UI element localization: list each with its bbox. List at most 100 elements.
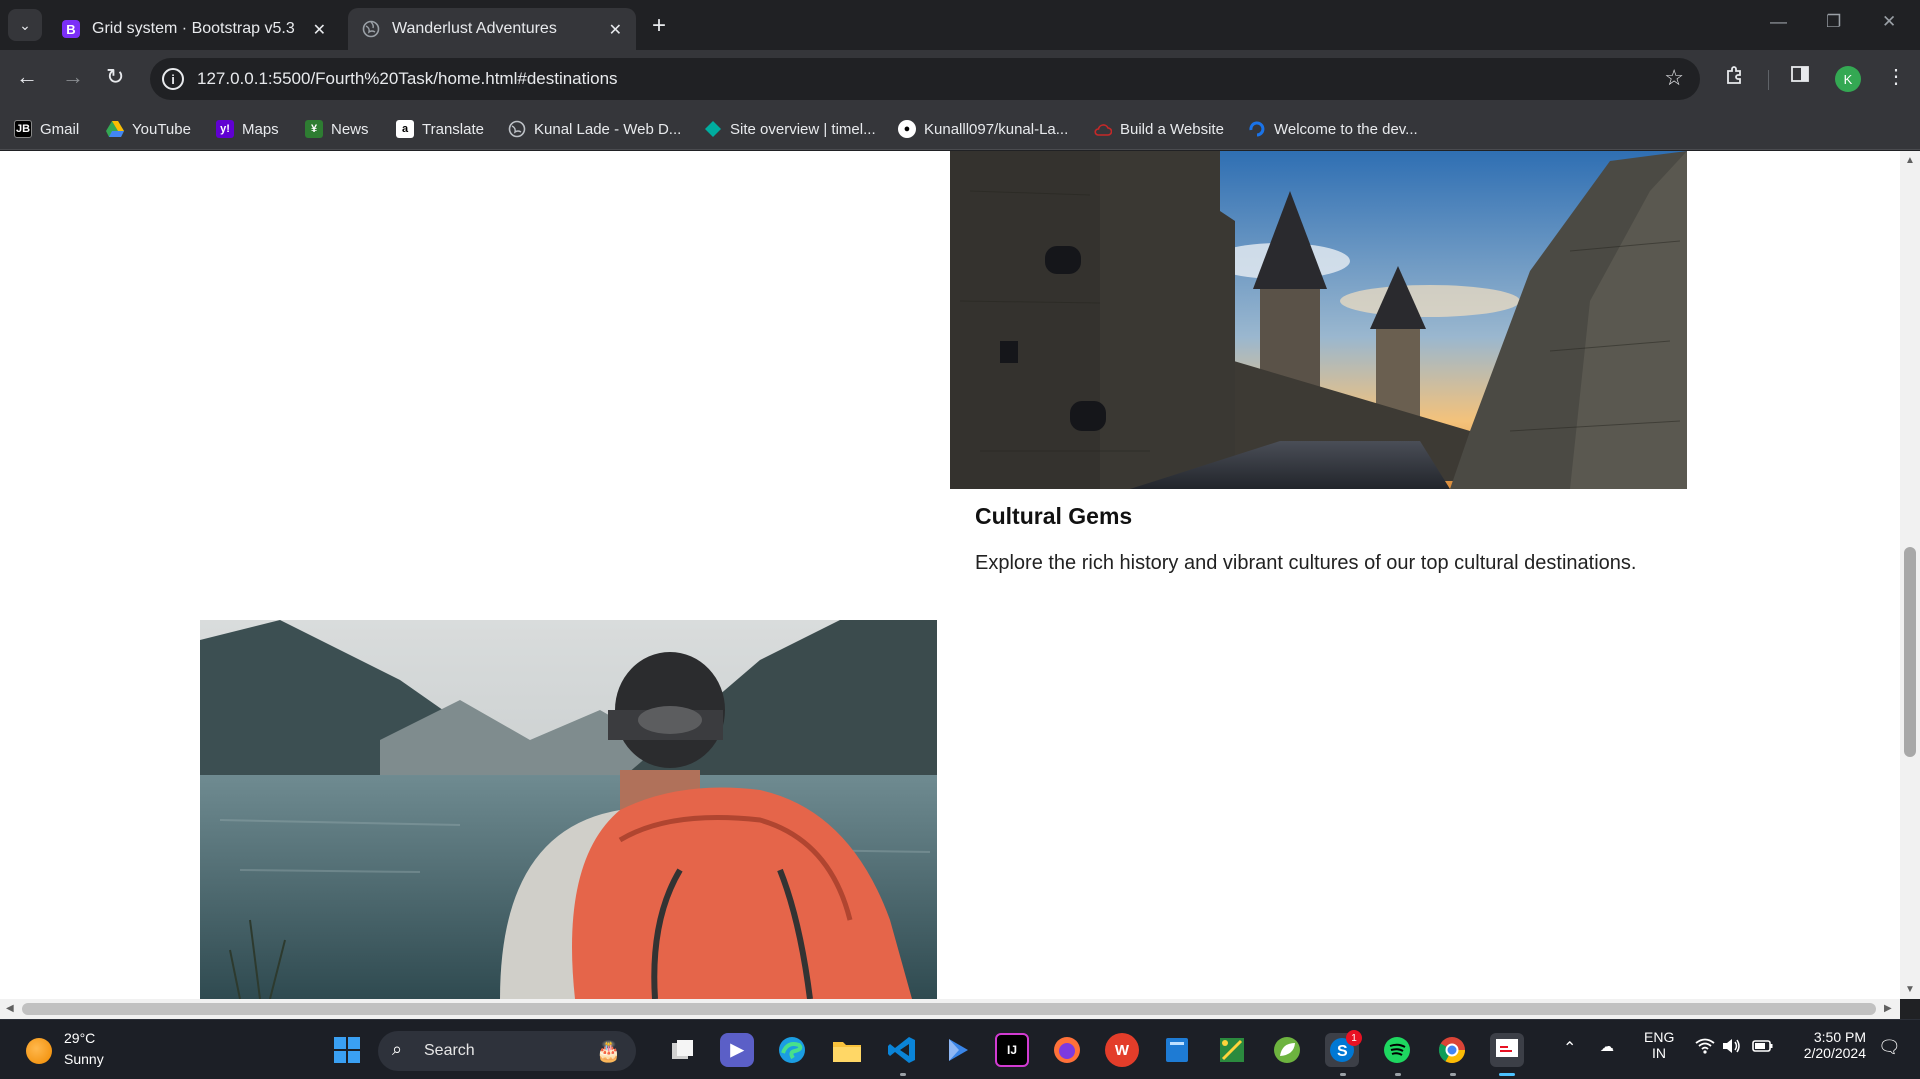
tab-title: Wanderlust Adventures xyxy=(392,20,557,37)
bookmark-build-website[interactable]: Build a Website xyxy=(1094,117,1224,141)
language-line2: IN xyxy=(1652,1045,1666,1061)
battery-icon[interactable] xyxy=(1752,1039,1774,1056)
horizontal-scroll-thumb[interactable] xyxy=(22,1003,1876,1015)
notepad-icon[interactable] xyxy=(1160,1033,1194,1067)
adventure-hiker-image xyxy=(200,620,937,999)
bookmark-gmail[interactable]: JB Gmail xyxy=(14,117,79,141)
bookmark-label: Build a Website xyxy=(1120,120,1224,138)
scroll-left-arrow-icon[interactable]: ◀ xyxy=(6,1003,14,1014)
close-window-icon[interactable]: ✕ xyxy=(1882,12,1896,32)
bookmark-news[interactable]: ¥ News xyxy=(305,117,369,141)
wifi-icon[interactable] xyxy=(1695,1038,1715,1057)
tray-overflow-chevron-icon[interactable]: ⌃ xyxy=(1563,1038,1576,1058)
clock[interactable]: 3:50 PM 2/20/2024 xyxy=(1786,1029,1866,1061)
back-arrow-icon[interactable]: ← xyxy=(16,64,38,90)
scroll-down-arrow-icon[interactable]: ▼ xyxy=(1905,984,1915,995)
restore-icon[interactable]: ❐ xyxy=(1826,12,1841,32)
profile-avatar[interactable]: K xyxy=(1835,66,1861,92)
running-indicator xyxy=(1395,1073,1401,1076)
bookmark-github[interactable]: ● Kunalll097/kunal-La... xyxy=(898,117,1068,141)
toolbar-divider xyxy=(1768,70,1769,90)
firefox-icon[interactable] xyxy=(1050,1033,1084,1067)
snip-sketch-icon[interactable] xyxy=(1490,1033,1524,1067)
browser-toolbar: ← → ↻ i 127.0.0.1:5500/Fourth%20Task/hom… xyxy=(0,50,1920,108)
bookmark-kunal-lade[interactable]: Kunal Lade - Web D... xyxy=(508,117,681,141)
yahoo-icon: y! xyxy=(216,120,234,138)
bookmark-star-icon[interactable]: ☆ xyxy=(1664,65,1684,91)
search-placeholder: Search xyxy=(424,1042,475,1059)
bookmark-label: Site overview | timel... xyxy=(730,120,876,138)
windows-start-icon[interactable] xyxy=(330,1033,364,1067)
volume-icon[interactable] xyxy=(1722,1038,1742,1057)
chrome-icon[interactable] xyxy=(1435,1033,1469,1067)
url-text[interactable]: 127.0.0.1:5500/Fourth%20Task/home.html#d… xyxy=(197,69,618,89)
side-panel-icon[interactable] xyxy=(1790,64,1810,90)
bookmark-maps[interactable]: y! Maps xyxy=(216,117,279,141)
snipping-tool-icon[interactable] xyxy=(1215,1033,1249,1067)
file-explorer-icon[interactable] xyxy=(830,1033,864,1067)
onedrive-icon[interactable]: ☁ xyxy=(1600,1038,1614,1055)
bookmark-label: Kunal Lade - Web D... xyxy=(534,120,682,138)
bookmark-welcome-dev[interactable]: Welcome to the dev... xyxy=(1248,117,1418,141)
language-line1: ENG xyxy=(1644,1029,1675,1045)
globe-icon xyxy=(508,120,526,138)
site-info-icon[interactable]: i xyxy=(162,68,184,90)
vscode-icon[interactable] xyxy=(885,1033,919,1067)
address-bar[interactable]: i 127.0.0.1:5500/Fourth%20Task/home.html… xyxy=(150,58,1700,100)
bookmark-label: Welcome to the dev... xyxy=(1274,120,1418,138)
close-tab-icon[interactable]: ✕ xyxy=(609,20,622,40)
language-indicator[interactable]: ENG IN xyxy=(1644,1029,1674,1061)
tab-search-button[interactable]: ⌄ xyxy=(8,9,42,41)
amazon-icon: a xyxy=(396,120,414,138)
vertical-scroll-thumb[interactable] xyxy=(1904,547,1916,757)
bookmark-label: News xyxy=(331,120,369,138)
horizontal-scrollbar[interactable]: ◀ ▶ xyxy=(0,999,1900,1019)
tab-title: Grid system · Bootstrap v5.3 xyxy=(92,20,295,37)
card-title: Cultural Gems xyxy=(975,503,1133,529)
tab-bootstrap[interactable]: B Grid system · Bootstrap v5.3 ✕ xyxy=(48,8,340,50)
vertical-scrollbar[interactable]: ▲ ▼ xyxy=(1900,151,1920,999)
bookmark-label: Kunalll097/kunal-La... xyxy=(924,120,1069,138)
spotify-icon[interactable] xyxy=(1380,1033,1414,1067)
skype-notification-badge: 1 xyxy=(1346,1030,1362,1046)
page-viewport: Cultural Gems Explore the rich history a… xyxy=(0,151,1900,999)
edge-icon[interactable] xyxy=(775,1033,809,1067)
teams-meet-icon[interactable]: ▶ xyxy=(720,1033,754,1067)
svg-text:S: S xyxy=(1337,1043,1348,1060)
bookmark-youtube[interactable]: YouTube xyxy=(106,117,191,141)
diamond-icon xyxy=(704,120,722,138)
bookmarks-bar: JB Gmail YouTube y! Maps ¥ News a Transl… xyxy=(0,108,1920,150)
search-icon: ⌕ xyxy=(392,1039,403,1059)
scroll-right-arrow-icon[interactable]: ▶ xyxy=(1884,1003,1892,1014)
active-indicator xyxy=(1499,1073,1515,1076)
reload-icon[interactable]: ↻ xyxy=(106,64,124,90)
news-icon: ¥ xyxy=(305,120,323,138)
bootstrap-icon: B xyxy=(62,20,80,38)
task-view-icon[interactable] xyxy=(666,1033,700,1067)
media-player-icon[interactable] xyxy=(940,1033,974,1067)
forward-arrow-icon[interactable]: → xyxy=(62,64,84,90)
tab-wanderlust[interactable]: Wanderlust Adventures ✕ xyxy=(348,8,636,50)
bookmark-translate[interactable]: a Translate xyxy=(396,117,484,141)
drive-icon xyxy=(106,120,124,138)
globe-icon xyxy=(362,20,380,38)
taskbar-search[interactable]: ⌕ Search 🎂 xyxy=(378,1031,636,1071)
spring-leaf-icon[interactable] xyxy=(1270,1033,1304,1067)
bookmark-label: Maps xyxy=(242,120,279,138)
minimize-icon[interactable]: — xyxy=(1770,12,1787,32)
bookmark-label: Translate xyxy=(422,120,484,138)
wps-office-icon[interactable]: W xyxy=(1105,1033,1139,1067)
close-tab-icon[interactable]: ✕ xyxy=(313,20,326,40)
running-indicator xyxy=(900,1073,906,1076)
new-tab-button[interactable]: + xyxy=(652,12,666,40)
bookmark-site-overview[interactable]: Site overview | timel... xyxy=(704,117,876,141)
extensions-icon[interactable] xyxy=(1724,64,1746,92)
cloud-icon xyxy=(1094,120,1112,138)
card-description: Explore the rich history and vibrant cul… xyxy=(975,552,1637,574)
menu-kebab-icon[interactable]: ⋮ xyxy=(1886,64,1906,89)
scroll-up-arrow-icon[interactable]: ▲ xyxy=(1905,155,1915,166)
chevron-down-icon: ⌄ xyxy=(19,16,31,33)
notifications-icon[interactable]: 🗨 xyxy=(1878,1037,1901,1058)
intellij-icon[interactable]: IJ xyxy=(995,1033,1029,1067)
bookmark-label: Gmail xyxy=(40,120,80,138)
